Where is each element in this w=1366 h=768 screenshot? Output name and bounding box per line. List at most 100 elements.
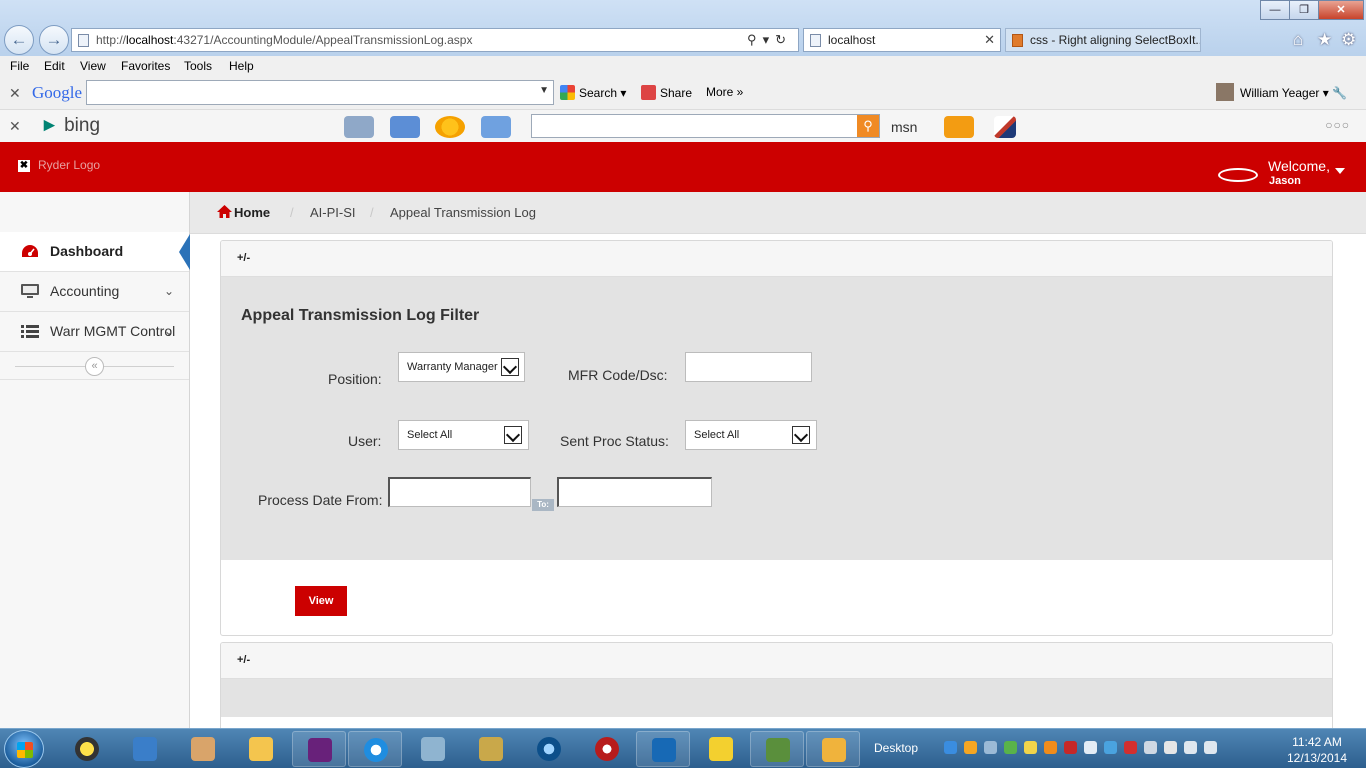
- ryder-logo[interactable]: Ryder Logo: [38, 158, 100, 172]
- maximize-button[interactable]: ❐: [1289, 0, 1319, 20]
- chevron-down-icon[interactable]: [504, 426, 522, 444]
- tray-icon[interactable]: [984, 741, 997, 754]
- weather-sun-icon[interactable]: [435, 116, 465, 138]
- browser-titlebar: ← → http://localhost:43271/AccountingMod…: [0, 0, 1366, 56]
- main-content: +/- Appeal Transmission Log Filter Posit…: [190, 234, 1366, 732]
- taskbar-app-10[interactable]: [580, 731, 634, 767]
- search-icon[interactable]: ⚲: [857, 115, 879, 137]
- mfr-code-input[interactable]: [685, 352, 812, 382]
- address-tools-icons[interactable]: ⚲▾↻: [747, 29, 792, 51]
- sidebar-item-warr-mgmt-control[interactable]: Warr MGMT Control ⌄: [0, 312, 189, 352]
- taskbar-app-8[interactable]: [464, 731, 518, 767]
- tab-stackoverflow[interactable]: css - Right aligning SelectBoxIt...: [1005, 28, 1201, 52]
- chevron-down-icon[interactable]: ⌄: [164, 312, 174, 351]
- chevron-down-icon[interactable]: [792, 426, 810, 444]
- flag-icon[interactable]: [994, 116, 1016, 138]
- chevron-down-icon[interactable]: ▼: [539, 85, 549, 96]
- list-icon: [21, 325, 39, 338]
- minimize-button[interactable]: —: [1260, 0, 1290, 20]
- mail-icon[interactable]: [481, 116, 511, 138]
- taskbar-lync[interactable]: [636, 731, 690, 767]
- shield-icon[interactable]: [1064, 741, 1077, 754]
- taskbar-app-13[interactable]: [750, 731, 804, 767]
- filter-body: Appeal Transmission Log Filter Position:…: [221, 277, 1332, 560]
- taskbar-app-9[interactable]: [522, 731, 576, 767]
- sent-proc-status-select[interactable]: Select All: [685, 420, 817, 450]
- tab-localhost[interactable]: localhost ✕: [803, 28, 1001, 52]
- favorites-star-icon[interactable]: ★: [1317, 30, 1332, 50]
- sidebar-item-dashboard[interactable]: Dashboard: [0, 232, 190, 272]
- close-toolbar-icon[interactable]: ✕: [9, 118, 21, 135]
- menu-tools[interactable]: Tools: [184, 59, 212, 73]
- tray-icon[interactable]: [1044, 741, 1057, 754]
- more-dots-icon[interactable]: ○○○: [1325, 118, 1350, 132]
- taskbar-internet-explorer[interactable]: [348, 731, 402, 767]
- menu-help[interactable]: Help: [229, 59, 254, 73]
- process-date-to-input[interactable]: [557, 477, 712, 507]
- chevron-down-icon[interactable]: [501, 358, 519, 376]
- menu-file[interactable]: File: [10, 59, 29, 73]
- tray-icon[interactable]: [1104, 741, 1117, 754]
- tab-page-icon: [810, 34, 821, 47]
- bing-search-input[interactable]: ⚲: [531, 114, 880, 138]
- maps-icon[interactable]: [390, 116, 420, 138]
- user-select[interactable]: Select All: [398, 420, 529, 450]
- filter-title: Appeal Transmission Log Filter: [241, 307, 480, 324]
- user-account-menu[interactable]: William Yeager ▾ 🔧: [1216, 83, 1347, 101]
- msn-link[interactable]: msn: [891, 119, 917, 135]
- position-select[interactable]: Warranty Manager: [398, 352, 525, 382]
- chevron-down-icon[interactable]: ⌄: [164, 272, 174, 311]
- google-search-input[interactable]: ▼: [86, 80, 554, 105]
- tray-icon[interactable]: [1144, 741, 1157, 754]
- google-search-button[interactable]: Search ▾: [560, 85, 626, 100]
- user-menu-caret-icon[interactable]: [1335, 168, 1345, 174]
- view-button[interactable]: View: [295, 586, 347, 616]
- tray-icon[interactable]: [1004, 741, 1017, 754]
- network-icon[interactable]: [1184, 741, 1197, 754]
- settings-gear-icon[interactable]: ⚙: [1341, 30, 1356, 50]
- flag-icon[interactable]: [1164, 741, 1177, 754]
- menu-view[interactable]: View: [80, 59, 106, 73]
- taskbar-app-1[interactable]: [60, 731, 114, 767]
- taskbar-explorer[interactable]: [234, 731, 288, 767]
- forward-button[interactable]: →: [39, 25, 69, 55]
- volume-icon[interactable]: [1204, 741, 1217, 754]
- menu-favorites[interactable]: Favorites: [121, 59, 170, 73]
- start-button[interactable]: [4, 730, 44, 768]
- bluetooth-icon[interactable]: [1084, 741, 1097, 754]
- taskbar-app-3[interactable]: [176, 731, 230, 767]
- share-button[interactable]: Share: [641, 85, 692, 100]
- address-bar[interactable]: http://localhost:43271/AccountingModule/…: [71, 28, 799, 52]
- tray-icon[interactable]: [1024, 741, 1037, 754]
- taskbar-outlook[interactable]: [806, 731, 860, 767]
- sidebar-item-accounting[interactable]: Accounting ⌄: [0, 272, 189, 312]
- user-avatar-oval[interactable]: [1218, 168, 1258, 182]
- process-date-from-input[interactable]: [388, 477, 531, 507]
- panel-toggle-button[interactable]: +/-: [237, 654, 250, 666]
- desktop-toolbar-label[interactable]: Desktop: [874, 741, 918, 755]
- clock[interactable]: 11:42 AM 12/13/2014: [1282, 734, 1352, 766]
- close-toolbar-icon[interactable]: ✕: [9, 85, 21, 102]
- panel-toggle-button[interactable]: +/-: [237, 252, 250, 264]
- tray-icon[interactable]: [1124, 741, 1137, 754]
- taskbar-app-7[interactable]: [406, 731, 460, 767]
- home-icon[interactable]: [216, 204, 233, 219]
- taskbar-app-12[interactable]: [694, 731, 748, 767]
- tray-icon[interactable]: [964, 741, 977, 754]
- home-icon[interactable]: ⌂: [1293, 30, 1303, 50]
- lync-icon: [652, 738, 676, 762]
- breadcrumb-home[interactable]: Home: [234, 205, 270, 220]
- close-tab-icon[interactable]: ✕: [984, 29, 995, 51]
- taskbar-app-2[interactable]: [118, 731, 172, 767]
- mfr-code-label: MFR Code/Dsc:: [568, 367, 668, 383]
- breadcrumb-ai-pi-si[interactable]: AI-PI-SI: [310, 205, 356, 220]
- news-icon[interactable]: [344, 116, 374, 138]
- back-button[interactable]: ←: [4, 25, 34, 55]
- bing-app-icon[interactable]: [944, 116, 974, 138]
- collapse-sidebar-icon[interactable]: «: [85, 357, 104, 376]
- close-window-button[interactable]: ✕: [1318, 0, 1364, 20]
- menu-edit[interactable]: Edit: [44, 59, 65, 73]
- more-button[interactable]: More »: [706, 85, 743, 99]
- taskbar-visual-studio[interactable]: [292, 731, 346, 767]
- tray-icon[interactable]: [944, 741, 957, 754]
